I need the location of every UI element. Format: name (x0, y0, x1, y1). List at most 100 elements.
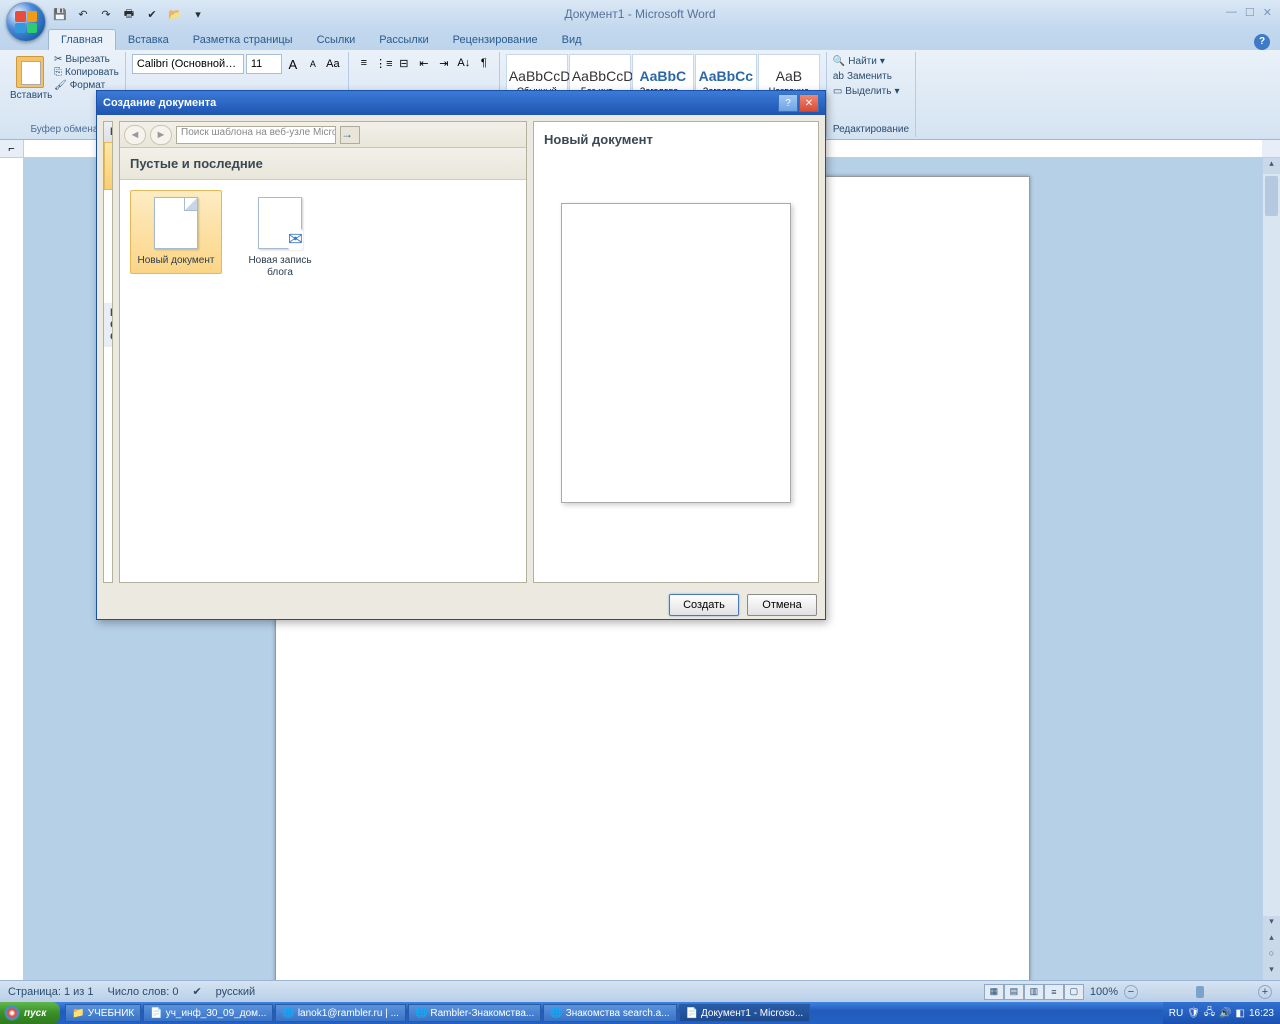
sidebar-section-online: Microsoft Office Online (104, 303, 113, 347)
scroll-up-icon[interactable]: ▴ (1263, 158, 1280, 174)
scrollbar-vertical[interactable]: ▴ ▾ ▴ ○ ▾ (1262, 158, 1280, 980)
proofing-icon[interactable]: ✔ (192, 985, 201, 998)
sidebar-online-item-8[interactable]: Календари (104, 559, 113, 581)
sidebar-online-item-1[interactable]: Бланки (104, 369, 113, 391)
sidebar-online-item-3[interactable]: Бюллетени (104, 413, 113, 435)
nav-forward-icon[interactable]: ► (150, 125, 172, 145)
tab-references[interactable]: Ссылки (305, 30, 368, 50)
sidebar-item-0[interactable]: Пустые и последние (104, 142, 113, 190)
sidebar-online-item-5[interactable]: Визитные карточки (104, 457, 113, 491)
dialog-titlebar[interactable]: Создание документа ? ✕ (97, 91, 825, 115)
open-icon[interactable]: 📂 (167, 6, 183, 22)
tray-lang[interactable]: RU (1169, 1008, 1183, 1019)
create-button[interactable]: Создать (669, 594, 739, 616)
scroll-thumb[interactable] (1265, 176, 1278, 216)
taskbar-item-1[interactable]: 📄уч_инф_30_09_дом... (143, 1004, 273, 1022)
minimize-icon[interactable]: — (1226, 6, 1237, 19)
zoom-out-icon[interactable]: − (1124, 985, 1138, 999)
sidebar-online-item-9[interactable]: Контракты (104, 581, 113, 583)
print-layout-icon[interactable]: ▦ (984, 984, 1004, 1000)
status-page[interactable]: Страница: 1 из 1 (8, 986, 94, 998)
undo-icon[interactable]: ↶ (75, 6, 91, 22)
sidebar-online-item-4[interactable]: Ведомости (104, 435, 113, 457)
scissors-icon: ✂ (54, 54, 62, 65)
tray-shield-icon[interactable]: 🛡 (1187, 1008, 1200, 1019)
taskbar-item-2[interactable]: 🌐lanok1@rambler.ru | ... (275, 1004, 406, 1022)
redo-icon[interactable]: ↷ (98, 6, 114, 22)
copy-button[interactable]: ⎘Копировать (54, 67, 119, 78)
clear-format-icon[interactable]: Aa (324, 55, 342, 73)
bullets-icon[interactable]: ≡ (355, 54, 373, 72)
sidebar-online-item-0[interactable]: Готовые (104, 347, 113, 369)
ruler-corner[interactable]: ⌐ (0, 140, 24, 158)
save-icon[interactable]: 💾 (52, 6, 68, 22)
browse-next-icon[interactable]: ▾ (1263, 964, 1280, 980)
dialog-buttons: Создать Отмена (97, 589, 825, 621)
sidebar-item-2[interactable]: Мои шаблоны... (104, 223, 113, 257)
sidebar-item-3[interactable]: Из существующего документа... (104, 257, 113, 303)
tray-network-icon[interactable]: 🖧 (1204, 1005, 1215, 1022)
start-button[interactable]: пуск (0, 1002, 60, 1024)
sidebar-online-item-2[interactable]: Брошюры (104, 391, 113, 413)
taskbar-item-5[interactable]: 📄Документ1 - Microso... (679, 1004, 811, 1022)
close-icon[interactable]: ✕ (1263, 6, 1272, 19)
office-button[interactable] (6, 2, 46, 42)
ruler-vertical (0, 158, 24, 980)
zoom-slider[interactable] (1148, 990, 1248, 994)
sidebar-online-item-7[interactable]: Записки (104, 537, 113, 559)
print-icon[interactable]: 🖶 (121, 6, 137, 22)
tray-volume-icon[interactable]: 🔊 (1219, 1008, 1231, 1019)
tab-insert[interactable]: Вставка (116, 30, 181, 50)
tab-layout[interactable]: Разметка страницы (181, 30, 305, 50)
search-go-icon[interactable]: → (340, 126, 360, 144)
tray-misc-icon[interactable]: ◧ (1236, 1008, 1245, 1019)
maximize-icon[interactable]: ☐ (1245, 6, 1255, 19)
numbering-icon[interactable]: ⋮≡ (375, 54, 393, 72)
scroll-down-icon[interactable]: ▾ (1263, 916, 1280, 932)
replace-button[interactable]: abЗаменить (833, 69, 909, 84)
tab-home[interactable]: Главная (48, 29, 116, 50)
dialog-help-icon[interactable]: ? (778, 94, 798, 112)
taskbar-item-3[interactable]: 🌐Rambler-Знакомства... (408, 1004, 541, 1022)
nav-back-icon[interactable]: ◄ (124, 125, 146, 145)
taskbar-item-0[interactable]: 📁УЧЕБНИК (65, 1004, 141, 1022)
indent-dec-icon[interactable]: ⇤ (415, 54, 433, 72)
template-search-input[interactable]: Поиск шаблона на веб-узле Microsoft (176, 126, 336, 144)
cancel-button[interactable]: Отмена (747, 594, 817, 616)
template-item-1[interactable]: Новая запись блога (234, 190, 326, 286)
select-button[interactable]: ▭Выделить ▾ (833, 84, 909, 99)
browse-prev-icon[interactable]: ▴ (1263, 932, 1280, 948)
shrink-font-icon[interactable]: A (304, 55, 322, 73)
cut-button[interactable]: ✂Вырезать (54, 54, 119, 65)
template-item-0[interactable]: Новый документ (130, 190, 222, 274)
taskbar-item-4[interactable]: 🌐Знакомства search.a... (543, 1004, 676, 1022)
find-button[interactable]: 🔍Найти ▾ (833, 54, 909, 69)
sort-icon[interactable]: A↓ (455, 54, 473, 72)
sidebar-item-1[interactable]: Установленные шаблоны (104, 189, 113, 223)
outline-icon[interactable]: ≡ (1044, 984, 1064, 1000)
sidebar-online-item-6[interactable]: Заказы на приобретение (104, 491, 113, 537)
qat-dropdown-icon[interactable]: ▾ (190, 6, 206, 22)
tray-clock[interactable]: 16:23 (1249, 1008, 1274, 1019)
spellcheck-icon[interactable]: ✔ (144, 6, 160, 22)
pilcrow-icon[interactable]: ¶ (475, 54, 493, 72)
font-name-combo[interactable]: Calibri (Основной текст) (132, 54, 244, 74)
fullscreen-icon[interactable]: ▤ (1004, 984, 1024, 1000)
draft-icon[interactable]: ▢ (1064, 984, 1084, 1000)
tab-view[interactable]: Вид (550, 30, 594, 50)
tab-review[interactable]: Рецензирование (441, 30, 550, 50)
font-size-combo[interactable]: 11 (246, 54, 282, 74)
grow-font-icon[interactable]: A (284, 55, 302, 73)
tab-mailings[interactable]: Рассылки (367, 30, 440, 50)
status-language[interactable]: русский (216, 986, 255, 998)
multilevel-icon[interactable]: ⊟ (395, 54, 413, 72)
zoom-in-icon[interactable]: + (1258, 985, 1272, 999)
browse-obj-icon[interactable]: ○ (1263, 948, 1280, 964)
help-icon[interactable]: ? (1254, 34, 1270, 50)
indent-inc-icon[interactable]: ⇥ (435, 54, 453, 72)
templates-sidebar[interactable]: Шаблоны Пустые и последниеУстановленные … (103, 121, 113, 583)
dialog-close-icon[interactable]: ✕ (799, 94, 819, 112)
status-words[interactable]: Число слов: 0 (108, 986, 179, 998)
web-layout-icon[interactable]: ▥ (1024, 984, 1044, 1000)
zoom-value[interactable]: 100% (1090, 986, 1118, 998)
